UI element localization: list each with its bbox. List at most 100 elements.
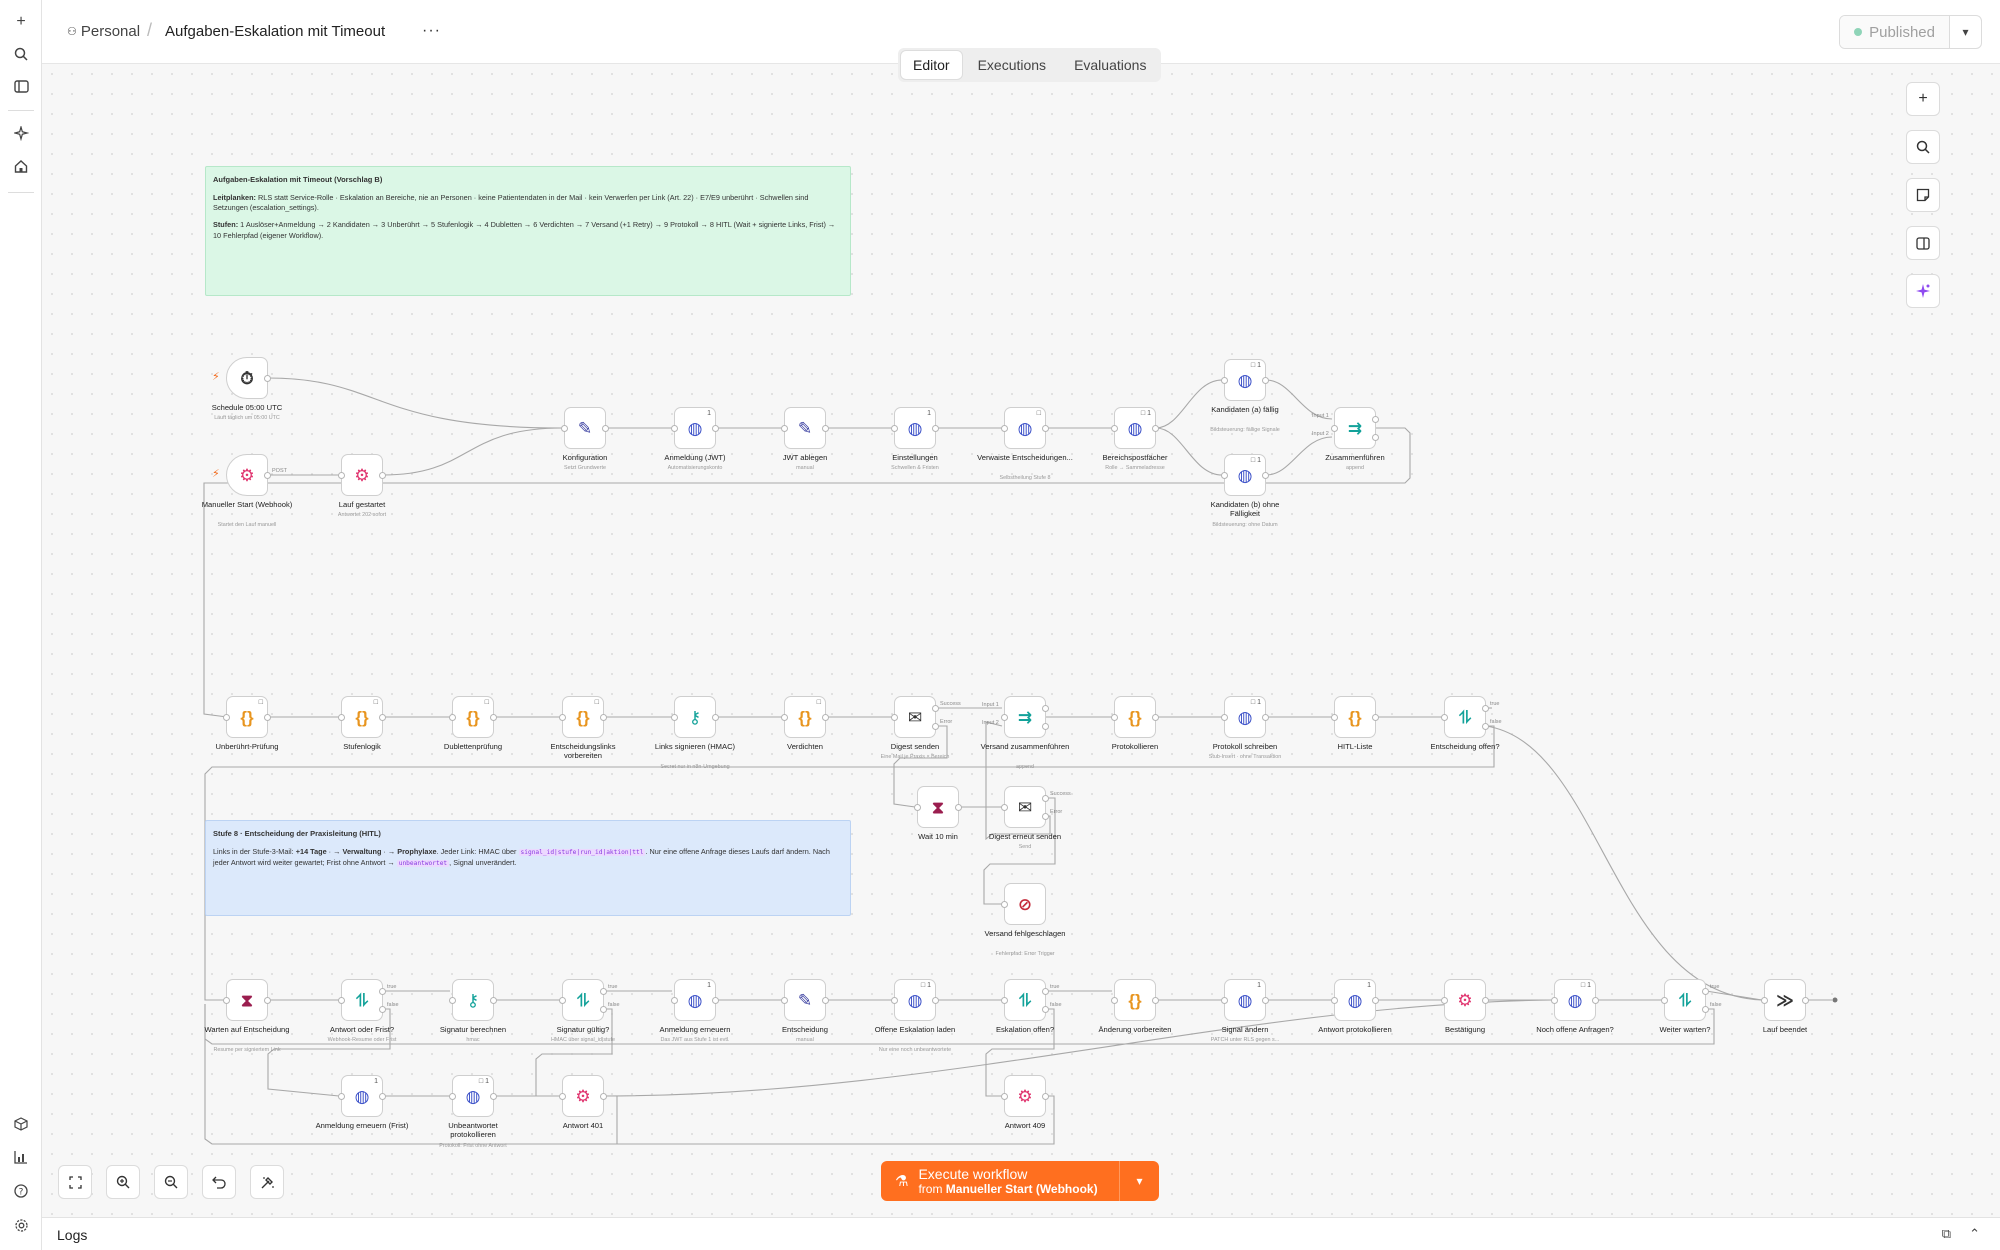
node-versand-fehl[interactable]: ⊘ [1001,883,1046,925]
tidy-up-button[interactable] [250,1165,284,1199]
output-port[interactable] [1592,997,1599,1004]
output-port[interactable] [932,425,939,432]
input-port[interactable] [891,425,898,432]
output-port[interactable] [1372,714,1379,721]
node-stufenlogik[interactable]: {} □ [338,696,386,738]
input-port[interactable] [1001,804,1008,811]
output-port[interactable] [1042,1006,1049,1013]
node-verdichten[interactable]: {} □ [781,696,829,738]
input-port[interactable] [449,1093,456,1100]
output-port[interactable] [712,714,719,721]
output-port[interactable] [1482,705,1489,712]
settings-icon[interactable] [8,1212,34,1238]
output-port[interactable] [490,714,497,721]
input-port[interactable] [1001,901,1008,908]
input-port[interactable] [338,1093,345,1100]
input-port[interactable] [1221,472,1228,479]
output-port[interactable] [932,705,939,712]
node-wait-10[interactable]: ⧗ [914,786,962,828]
input-port[interactable] [223,997,230,1004]
output-port[interactable] [822,714,829,721]
zoom-in-button[interactable] [106,1165,140,1199]
node-eskalation-offen[interactable]: ⥮ [1001,979,1049,1021]
sticky-note-overview[interactable]: Aufgaben-Eskalation mit Timeout (Vorschl… [205,166,851,296]
zoom-out-button[interactable] [154,1165,188,1199]
home-icon[interactable] [8,153,34,179]
output-port[interactable] [1042,425,1049,432]
breadcrumb-home[interactable]: ⚇ Personal [67,23,140,40]
node-entscheidungslinks[interactable]: {} □ [559,696,607,738]
node-entscheidung[interactable]: ✎ [781,979,829,1021]
workflow-canvas[interactable]: Aufgaben-Eskalation mit Timeout (Vorschl… [42,64,2000,1217]
node-signatur-berechnen[interactable]: ⚷ [449,979,497,1021]
undo-button[interactable] [202,1165,236,1199]
input-port[interactable] [1221,377,1228,384]
node-einstellungen[interactable]: ◍ 1 [891,407,939,449]
input-port[interactable] [559,714,566,721]
input-port[interactable] [1111,714,1118,721]
input-port[interactable] [891,714,898,721]
output-port[interactable] [712,997,719,1004]
node-anmeldung-frist[interactable]: ◍ 1 [338,1075,386,1117]
node-kandidaten-a[interactable]: ◍ □ 1 [1221,359,1269,401]
input-port[interactable] [671,714,678,721]
input-port[interactable] [1331,714,1338,721]
cube-icon[interactable] [8,1111,34,1137]
output-port[interactable] [1042,1093,1049,1100]
output-port[interactable] [490,1093,497,1100]
output-port[interactable] [264,714,271,721]
popout-icon[interactable]: ⧉ [1942,1226,1951,1242]
node-bereichspostfaecher[interactable]: ◍ □ 1 [1111,407,1159,449]
node-anmeldung-jwt[interactable]: ◍ 1 [671,407,719,449]
tab-evaluations[interactable]: Evaluations [1062,51,1158,79]
input-port[interactable] [223,714,230,721]
workflow-title[interactable]: Aufgaben-Eskalation mit Timeout [165,23,385,40]
node-jwt-ablegen[interactable]: ✎ [781,407,829,449]
ai-assistant-button[interactable] [1906,274,1940,308]
output-port[interactable] [379,988,386,995]
input-port[interactable] [1001,997,1008,1004]
tab-executions[interactable]: Executions [966,51,1058,79]
node-webhook-start[interactable]: ⚙ [226,454,271,496]
node-konfiguration[interactable]: ✎ [561,407,609,449]
input-port[interactable] [671,425,678,432]
node-antwort-protokoll[interactable]: ◍ 1 [1331,979,1379,1021]
sticky-note-hitl[interactable]: Stufe 8 · Entscheidung der Praxisleitung… [205,820,851,916]
output-port[interactable] [1152,714,1159,721]
input-port[interactable] [781,425,788,432]
chart-icon[interactable] [8,1144,34,1170]
output-port[interactable] [1152,425,1159,432]
search-nodes-button[interactable] [1906,130,1940,164]
input-port[interactable] [1111,997,1118,1004]
toggle-panel-button[interactable] [1906,226,1940,260]
node-weiter-warten[interactable]: ⥮ [1661,979,1709,1021]
input-port[interactable] [449,997,456,1004]
input-port[interactable] [559,997,566,1004]
tab-editor[interactable]: Editor [901,51,962,79]
output-port[interactable] [1262,377,1269,384]
output-port[interactable] [379,1093,386,1100]
input-port[interactable] [1111,425,1118,432]
node-entscheidung-offen[interactable]: ⥮ [1441,696,1489,738]
input-port[interactable] [1761,997,1768,1004]
output-port[interactable] [1262,472,1269,479]
input-port[interactable] [449,714,456,721]
output-port[interactable] [1372,434,1379,441]
node-kandidaten-b[interactable]: ◍ □ 1 [1221,454,1269,496]
input-port[interactable] [1331,425,1338,432]
output-port[interactable] [264,375,271,382]
output-port[interactable] [932,723,939,730]
output-port[interactable] [932,997,939,1004]
input-port[interactable] [1661,997,1668,1004]
output-port[interactable] [955,804,962,811]
node-protokoll-schreiben[interactable]: ◍ □ 1 [1221,696,1269,738]
output-port[interactable] [1802,997,1809,1004]
node-lauf-gestartet[interactable]: ⚙ [338,454,386,496]
node-unbeantwortet[interactable]: ◍ □ 1 [449,1075,497,1117]
input-port[interactable] [1001,714,1008,721]
output-port[interactable] [264,472,271,479]
output-port[interactable] [264,997,271,1004]
input-port[interactable] [1331,997,1338,1004]
node-antwort-frist[interactable]: ⥮ [338,979,386,1021]
output-port[interactable] [1152,997,1159,1004]
